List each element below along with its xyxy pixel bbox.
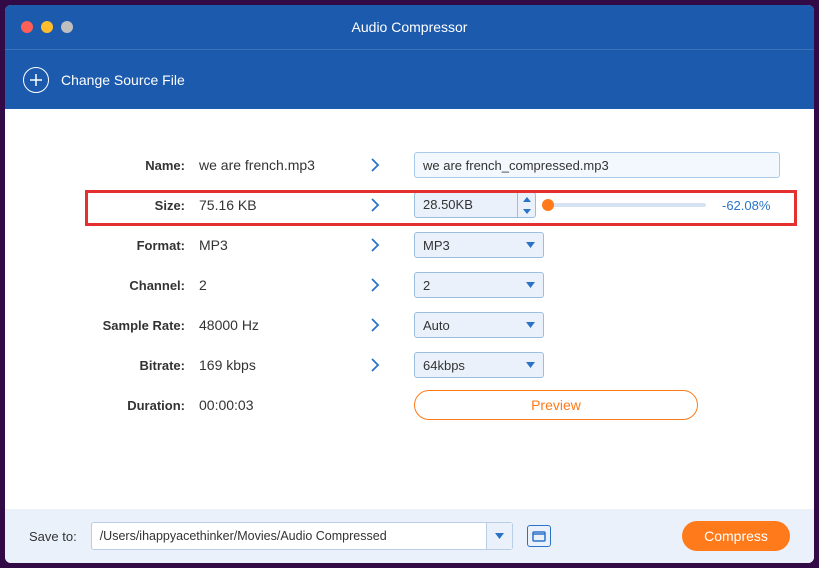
chevron-down-icon	[526, 322, 535, 328]
arrow-icon	[370, 277, 414, 293]
toolbar: Change Source File	[5, 49, 814, 109]
change-source-file-button[interactable]	[23, 67, 49, 93]
minimize-window-button[interactable]	[41, 21, 53, 33]
duration-label: Duration:	[95, 398, 195, 413]
save-path-dropdown[interactable]	[486, 523, 512, 549]
format-label: Format:	[95, 238, 195, 253]
size-original: 75.16 KB	[195, 197, 370, 213]
open-folder-button[interactable]	[527, 525, 551, 547]
bitrate-select[interactable]: 64kbps	[414, 352, 544, 378]
chevron-down-icon	[495, 533, 504, 539]
format-select[interactable]: MP3	[414, 232, 544, 258]
bitrate-original: 169 kbps	[195, 357, 370, 373]
size-step-up[interactable]	[518, 193, 535, 205]
duration-value: 00:00:03	[195, 397, 370, 413]
size-label: Size:	[95, 198, 195, 213]
channel-select[interactable]: 2	[414, 272, 544, 298]
compress-button[interactable]: Compress	[682, 521, 790, 551]
slider-thumb[interactable]	[542, 199, 554, 211]
row-sample-rate: Sample Rate: 48000 Hz Auto	[5, 305, 814, 345]
row-duration: Duration: 00:00:03 Preview	[5, 385, 814, 425]
row-size: Size: 75.16 KB 28.50KB -62.08%	[5, 185, 814, 225]
channel-label: Channel:	[95, 278, 195, 293]
window-title: Audio Compressor	[5, 19, 814, 35]
sample-rate-select[interactable]: Auto	[414, 312, 544, 338]
content-area: Name: we are french.mp3 Size: 75.16 KB 2…	[5, 109, 814, 509]
save-path-text: /Users/ihappyacethinker/Movies/Audio Com…	[92, 529, 486, 543]
row-channel: Channel: 2 2	[5, 265, 814, 305]
name-original: we are french.mp3	[195, 157, 370, 173]
traffic-lights	[5, 21, 73, 33]
titlebar: Audio Compressor	[5, 5, 814, 49]
preview-button[interactable]: Preview	[414, 390, 698, 420]
arrow-icon	[370, 357, 414, 373]
change-source-file-label: Change Source File	[61, 72, 185, 88]
close-window-button[interactable]	[21, 21, 33, 33]
footer: Save to: /Users/ihappyacethinker/Movies/…	[5, 509, 814, 563]
arrow-icon	[370, 317, 414, 333]
chevron-down-icon	[526, 362, 535, 368]
format-original: MP3	[195, 237, 370, 253]
chevron-down-icon	[526, 242, 535, 248]
arrow-icon	[370, 237, 414, 253]
output-filename-input[interactable]	[414, 152, 780, 178]
bitrate-label: Bitrate:	[95, 358, 195, 373]
size-target-value: 28.50KB	[415, 193, 517, 217]
size-reduction-percent: -62.08%	[716, 198, 770, 213]
channel-original: 2	[195, 277, 370, 293]
maximize-window-button[interactable]	[61, 21, 73, 33]
sample-rate-label: Sample Rate:	[95, 318, 195, 333]
sample-rate-original: 48000 Hz	[195, 317, 370, 333]
size-step-down[interactable]	[518, 205, 535, 217]
save-to-label: Save to:	[29, 529, 77, 544]
folder-icon	[532, 530, 546, 542]
save-path-select[interactable]: /Users/ihappyacethinker/Movies/Audio Com…	[91, 522, 513, 550]
row-name: Name: we are french.mp3	[5, 145, 814, 185]
name-label: Name:	[95, 158, 195, 173]
chevron-down-icon	[526, 282, 535, 288]
app-window: Audio Compressor Change Source File Name…	[5, 5, 814, 563]
row-format: Format: MP3 MP3	[5, 225, 814, 265]
size-spinner[interactable]: 28.50KB	[414, 192, 536, 218]
arrow-icon	[370, 157, 414, 173]
plus-icon	[29, 73, 43, 87]
arrow-icon	[370, 197, 414, 213]
size-slider[interactable]	[546, 195, 706, 215]
row-bitrate: Bitrate: 169 kbps 64kbps	[5, 345, 814, 385]
